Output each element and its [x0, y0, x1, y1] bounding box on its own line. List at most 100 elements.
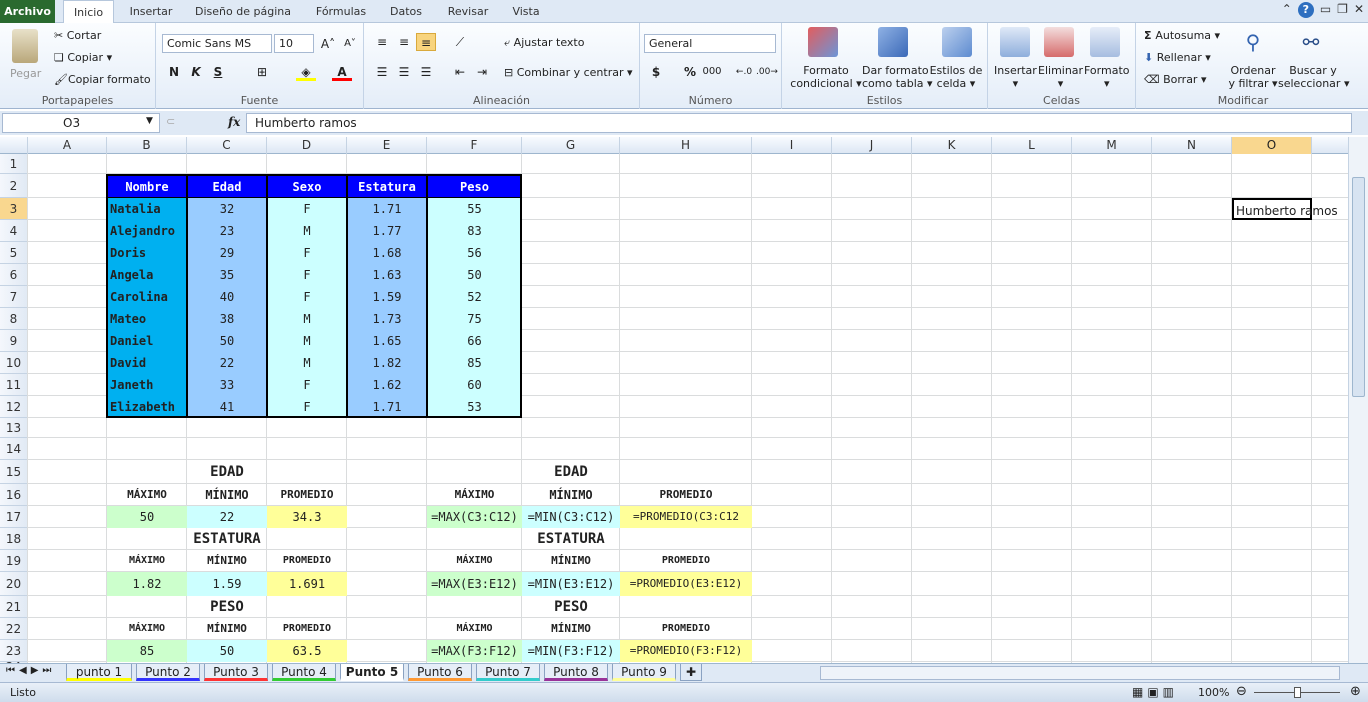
row-header[interactable]: 11: [0, 374, 28, 396]
table-cell[interactable]: F: [267, 264, 347, 286]
minimize-icon[interactable]: ▭: [1320, 2, 1331, 18]
stats-title[interactable]: PESO: [187, 596, 267, 618]
formula-cell[interactable]: =MIN(C3:C12): [522, 506, 620, 528]
grow-font-icon[interactable]: A˄: [318, 35, 338, 53]
row-header[interactable]: 6: [0, 264, 28, 286]
insert-button[interactable]: Insertar ▾: [994, 64, 1037, 90]
row-header[interactable]: 10: [0, 352, 28, 374]
stats-label[interactable]: MÍNIMO: [187, 484, 267, 506]
vertical-scrollbar[interactable]: [1348, 137, 1368, 663]
formula-input[interactable]: Humberto ramos: [246, 113, 1352, 133]
table-cell[interactable]: 1.65: [347, 330, 427, 352]
table-cell[interactable]: 29: [187, 242, 267, 264]
align-left-icon[interactable]: ☰: [372, 63, 392, 81]
paste-button[interactable]: Pegar: [10, 67, 41, 80]
table-cell[interactable]: 1.62: [347, 374, 427, 396]
view-mode-icon[interactable]: ▦▣▥: [1132, 685, 1178, 699]
zoom-level[interactable]: 100%: [1198, 686, 1229, 699]
merge-center-button[interactable]: ⊟ Combinar y centrar ▾: [504, 66, 633, 79]
table-cell[interactable]: 35: [187, 264, 267, 286]
stats-label[interactable]: MÁXIMO: [107, 484, 187, 506]
help-icon[interactable]: ?: [1297, 2, 1314, 18]
name-cell[interactable]: Janeth: [107, 374, 187, 396]
row-header[interactable]: 16: [0, 484, 28, 506]
table-cell[interactable]: 1.68: [347, 242, 427, 264]
active-cell[interactable]: Humberto ramos: [1232, 198, 1338, 220]
column-header[interactable]: J: [832, 137, 912, 154]
table-cell[interactable]: 50: [427, 264, 522, 286]
thousands-button[interactable]: 000: [702, 63, 722, 81]
insert-function-icon[interactable]: fx: [228, 115, 240, 129]
borders-icon[interactable]: ⊞: [252, 63, 272, 81]
conditional-format-icon[interactable]: [808, 27, 838, 57]
formula-cell[interactable]: =PROMEDIO(F3:F12): [620, 640, 752, 662]
table-cell[interactable]: 60: [427, 374, 522, 396]
table-header-cell[interactable]: Estatura: [347, 174, 427, 198]
table-header-cell[interactable]: Nombre: [107, 174, 187, 198]
name-cell[interactable]: Elizabeth: [107, 396, 187, 418]
percent-button[interactable]: %: [680, 63, 700, 81]
stats-label[interactable]: MÁXIMO: [427, 618, 522, 640]
column-header[interactable]: B: [107, 137, 187, 154]
table-cell[interactable]: M: [267, 330, 347, 352]
table-cell[interactable]: 85: [427, 352, 522, 374]
align-bottom-icon[interactable]: ≡: [416, 33, 436, 51]
row-header[interactable]: 18: [0, 528, 28, 550]
zoom-slider-thumb[interactable]: [1294, 687, 1301, 698]
row-header[interactable]: 4: [0, 220, 28, 242]
table-cell[interactable]: M: [267, 352, 347, 374]
row-header[interactable]: 1: [0, 154, 28, 174]
stats-value[interactable]: 34.3: [267, 506, 347, 528]
sheet-tab[interactable]: Punto 8: [544, 664, 608, 681]
chevron-down-icon[interactable]: ▼: [146, 116, 153, 126]
sort-filter-button[interactable]: Ordenar y filtrar ▾: [1228, 64, 1278, 90]
table-cell[interactable]: 40: [187, 286, 267, 308]
table-cell[interactable]: 55: [427, 198, 522, 220]
column-header[interactable]: D: [267, 137, 347, 154]
name-box[interactable]: O3: [2, 113, 160, 133]
cut-button[interactable]: ✂ Cortar: [54, 29, 101, 42]
formula-cell[interactable]: =PROMEDIO(E3:E12): [620, 572, 752, 596]
row-header[interactable]: 14: [0, 438, 28, 460]
align-center-icon[interactable]: ☰: [394, 63, 414, 81]
format-table-icon[interactable]: [878, 27, 908, 57]
zoom-in-icon[interactable]: ⊕: [1350, 684, 1361, 699]
font-name-combo[interactable]: Comic Sans MS: [162, 34, 272, 53]
cell-styles-icon[interactable]: [942, 27, 972, 57]
select-all-corner[interactable]: [0, 137, 28, 154]
stats-label[interactable]: PROMEDIO: [620, 484, 752, 506]
tab-vista[interactable]: Vista: [506, 0, 546, 23]
table-cell[interactable]: F: [267, 286, 347, 308]
wrap-text-button[interactable]: ⤶ Ajustar texto: [504, 36, 584, 50]
formula-cell[interactable]: =MAX(C3:C12): [427, 506, 522, 528]
table-cell[interactable]: 75: [427, 308, 522, 330]
decrease-decimal-icon[interactable]: .00→: [756, 63, 778, 81]
stats-label[interactable]: MÍNIMO: [522, 550, 620, 572]
tab-insertar[interactable]: Insertar: [125, 0, 177, 23]
sort-filter-icon[interactable]: ⚲: [1238, 27, 1268, 57]
restore-icon[interactable]: ❐: [1337, 2, 1348, 18]
table-cell[interactable]: 22: [187, 352, 267, 374]
table-cell[interactable]: 1.71: [347, 198, 427, 220]
scroll-thumb[interactable]: [1352, 177, 1365, 397]
tab-diseno[interactable]: Diseño de página: [190, 0, 296, 23]
increase-decimal-icon[interactable]: ←.0: [734, 63, 754, 81]
sheet-tab[interactable]: Punto 6: [408, 664, 472, 681]
row-header[interactable]: 5: [0, 242, 28, 264]
column-header[interactable]: K: [912, 137, 992, 154]
table-cell[interactable]: 23: [187, 220, 267, 242]
collapse-ribbon-icon[interactable]: ⌃: [1282, 2, 1292, 18]
table-header-cell[interactable]: Sexo: [267, 174, 347, 198]
stats-label[interactable]: MÍNIMO: [187, 618, 267, 640]
copy-format-button[interactable]: 🖌Copiar formato: [54, 73, 151, 86]
align-middle-icon[interactable]: ≡: [394, 33, 414, 51]
tab-inicio[interactable]: Inicio: [63, 0, 114, 24]
stats-label[interactable]: MÁXIMO: [107, 550, 187, 572]
column-header[interactable]: A: [28, 137, 107, 154]
table-cell[interactable]: 1.63: [347, 264, 427, 286]
table-cell[interactable]: 83: [427, 220, 522, 242]
name-cell[interactable]: Daniel: [107, 330, 187, 352]
stats-value[interactable]: 50: [187, 640, 267, 662]
table-header-cell[interactable]: Peso: [427, 174, 522, 198]
close-icon[interactable]: ✕: [1354, 2, 1364, 18]
